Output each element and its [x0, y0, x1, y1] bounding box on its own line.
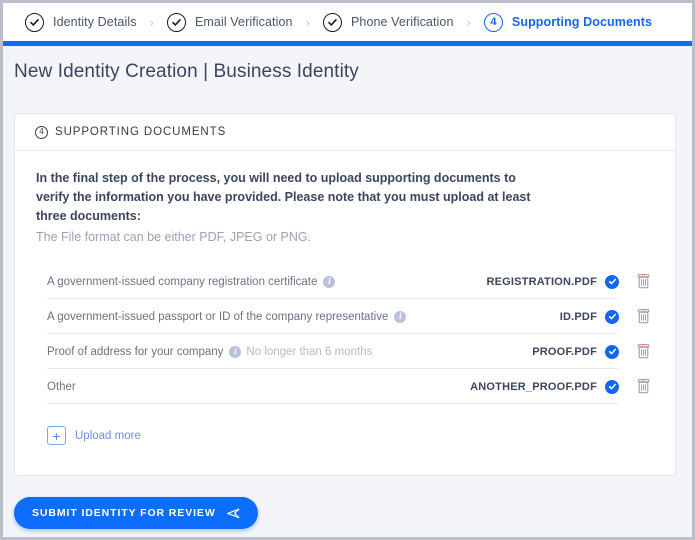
stepper-separator-icon: › — [149, 14, 154, 30]
progress-stepper: Identity Details › Email Verification › … — [3, 3, 692, 41]
submit-button-label: SUBMIT IDENTITY FOR REVIEW — [32, 507, 216, 519]
supporting-documents-card: 4 SUPPORTING DOCUMENTS In the final step… — [14, 113, 676, 476]
stepper-step-number: 4 — [490, 15, 497, 28]
stepper-separator-icon: › — [466, 14, 471, 30]
app-window: Identity Details › Email Verification › … — [0, 0, 695, 540]
stepper-step-phone-verification[interactable]: Phone Verification — [322, 12, 454, 32]
document-label: A government-issued company registration… — [47, 275, 318, 288]
uploaded-file-name: PROOF.PDF — [532, 345, 597, 358]
document-row-actions: ID.PDF — [560, 299, 654, 334]
document-row-actions: REGISTRATION.PDF — [486, 264, 654, 299]
table-row[interactable]: Other ANOTHER_PROOF.PDF — [47, 369, 654, 404]
card-body: In the final step of the process, you wi… — [15, 151, 675, 446]
intro-subtext: The File format can be either PDF, JPEG … — [36, 230, 312, 244]
documents-list: A government-issued company registration… — [36, 264, 654, 404]
check-circle-icon — [166, 12, 186, 32]
stepper-step-email-verification[interactable]: Email Verification — [166, 12, 293, 32]
uploaded-file-name: ANOTHER_PROOF.PDF — [470, 380, 597, 393]
number-circle-icon: 4 — [483, 12, 503, 32]
check-circle-filled-icon — [605, 344, 619, 359]
intro-text: In the final step of the process, you wi… — [36, 171, 531, 223]
number-circle-icon: 4 — [35, 125, 48, 139]
check-circle-filled-icon — [605, 274, 619, 289]
trash-icon[interactable] — [632, 274, 654, 289]
stepper-step-label: Identity Details — [53, 15, 137, 29]
table-row[interactable]: Proof of address for your company i No l… — [47, 334, 654, 369]
document-hint: No longer than 6 months — [246, 345, 373, 358]
card-header-label: SUPPORTING DOCUMENTS — [55, 126, 227, 138]
stepper-step-label: Phone Verification — [350, 15, 454, 29]
stepper-step-supporting-documents[interactable]: 4 Supporting Documents — [483, 12, 653, 32]
submit-identity-for-review-button[interactable]: SUBMIT IDENTITY FOR REVIEW — [14, 497, 258, 529]
info-icon[interactable]: i — [229, 345, 242, 358]
row-divider — [47, 403, 618, 404]
check-circle-icon — [322, 12, 342, 32]
document-row-actions: PROOF.PDF — [532, 334, 654, 369]
trash-icon[interactable] — [632, 309, 654, 324]
stepper-step-label: Supporting Documents — [511, 15, 653, 29]
card-header-step-number: 4 — [39, 127, 44, 136]
info-icon[interactable]: i — [394, 310, 407, 323]
uploaded-file-name: REGISTRATION.PDF — [486, 275, 597, 288]
table-row[interactable]: A government-issued company registration… — [47, 264, 654, 299]
upload-more-label: Upload more — [75, 429, 141, 442]
document-row-actions: ANOTHER_PROOF.PDF — [470, 369, 654, 404]
check-circle-filled-icon — [605, 379, 619, 394]
page-title: New Identity Creation | Business Identit… — [3, 46, 692, 98]
trash-icon[interactable] — [632, 344, 654, 359]
send-arrow-icon — [226, 508, 240, 519]
stepper-step-identity-details[interactable]: Identity Details — [25, 12, 137, 32]
stepper-step-label: Email Verification — [194, 15, 293, 29]
upload-more-button[interactable]: + Upload more — [47, 426, 141, 445]
check-circle-icon — [25, 12, 44, 32]
check-circle-filled-icon — [605, 309, 619, 324]
trash-icon[interactable] — [632, 379, 654, 394]
footer-bar: SUBMIT IDENTITY FOR REVIEW — [3, 476, 692, 537]
info-icon[interactable]: i — [323, 275, 336, 288]
document-label: Other — [47, 380, 76, 393]
stepper-separator-icon: › — [305, 14, 310, 30]
card-header: 4 SUPPORTING DOCUMENTS — [15, 114, 675, 151]
document-label: A government-issued passport or ID of th… — [47, 310, 389, 323]
plus-icon: + — [47, 426, 66, 445]
table-row[interactable]: A government-issued passport or ID of th… — [47, 299, 654, 334]
uploaded-file-name: ID.PDF — [559, 310, 597, 323]
document-label: Proof of address for your company — [47, 345, 224, 358]
